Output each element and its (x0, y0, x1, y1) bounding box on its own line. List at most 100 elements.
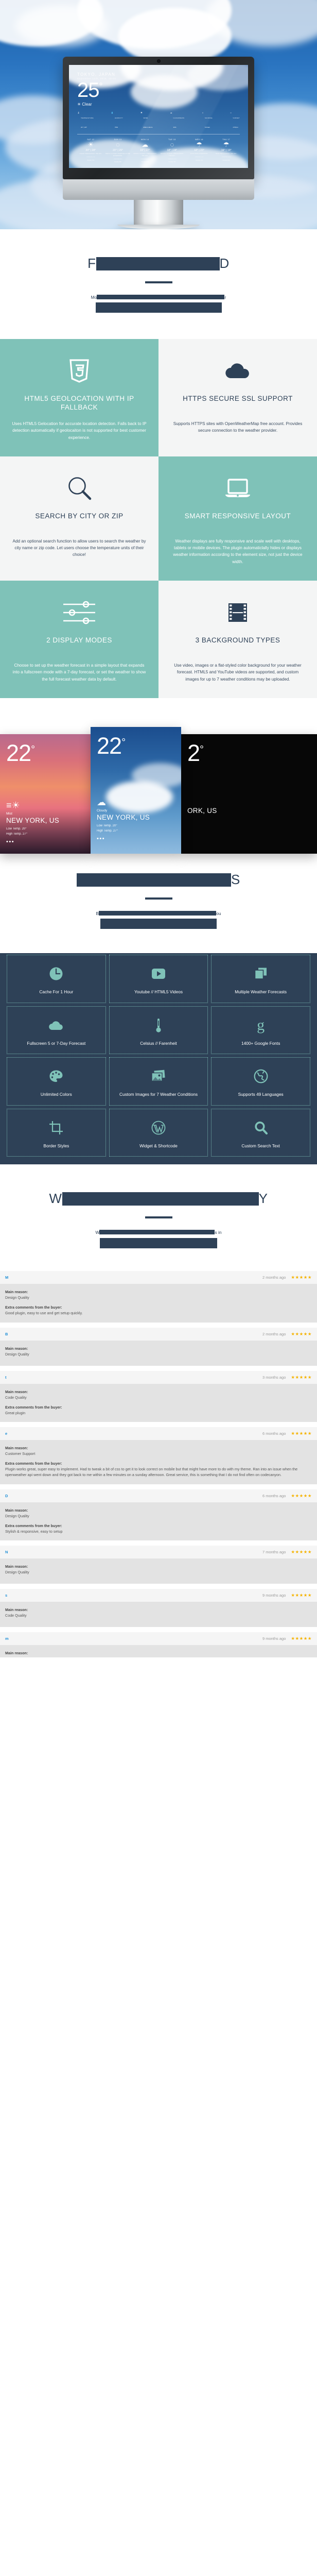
card-city: NEW YORK, US (97, 813, 150, 821)
page-title: FD (87, 256, 230, 272)
feature-description: Add an optional search function to allow… (12, 538, 146, 557)
review-date: 3 months ago (262, 1375, 286, 1380)
reviewer-initial[interactable]: s (5, 1593, 7, 1598)
review-comments-value: Stylish & responsive, easy to setup (5, 1529, 63, 1534)
laptop-icon (170, 470, 306, 507)
monitor-chin (63, 179, 254, 200)
review-reason-label: Main reason: (5, 1651, 28, 1656)
subtitle-suffix: ou (216, 910, 221, 916)
review-reason-value: Code Quality (5, 1613, 27, 1618)
title-suffix: Y (258, 1191, 268, 1207)
title-prefix: F (87, 256, 96, 271)
thermometer-icon (155, 1016, 162, 1035)
monitor-mockup: TOKYO, JAPAN September 11th, 2015, 10:04… (63, 57, 254, 229)
icon-feature-unlimited-colors: Unlimited Colors (7, 1057, 106, 1106)
reviews-section-header: WY Ws in (0, 1164, 317, 1272)
icon-feature-label: Widget & Shortcode (139, 1143, 178, 1148)
review-header: M 2 months ago ★★★★★ (0, 1271, 317, 1284)
card-condition: Mist (6, 811, 12, 816)
cloud-icon (170, 352, 306, 389)
title-divider (145, 281, 172, 283)
crop-icon (49, 1118, 63, 1137)
icon-feature-multiple-forecasts: Multiple Weather Forecasts (211, 954, 310, 1003)
star-rating: ★★★★★ (291, 1331, 312, 1337)
reviewer-initial[interactable]: t (5, 1375, 7, 1380)
icon-feature-widget-shortcode: Widget & Shortcode (109, 1108, 208, 1157)
review-body: Main reason: Design Quality Extra commen… (0, 1502, 317, 1541)
card-temperature: 22° (97, 734, 175, 757)
icon-feature-label: Fullscreen 5 or 7-Day Forecast (27, 1040, 86, 1046)
card-low-temp: Low Temp. 20° (6, 827, 27, 831)
feature-card-responsive-layout: SMART RESPONSIVE LAYOUT Weather displays… (158, 456, 317, 581)
subtitle-prefix: Mo (91, 294, 97, 300)
feature-grid: HTML5 GEOLOCATION WITH IP FALLBACK Uses … (0, 339, 317, 698)
reviewer-initial[interactable]: N (5, 1550, 8, 1554)
feature-description: Uses HTML5 Gelocation for accurate locat… (12, 421, 147, 440)
review-header: B 2 months ago ★★★★★ (0, 1328, 317, 1341)
card-temperature: 22° (6, 741, 84, 765)
review-reason-label: Main reason: (5, 1507, 28, 1513)
card-spacer (6, 765, 84, 801)
redacted-block (62, 1192, 259, 1206)
review-reason-label: Main reason: (5, 1564, 28, 1569)
review-date: 9 months ago (262, 1636, 286, 1641)
review-reason-value: Code Quality (5, 1395, 27, 1400)
review-body: Main reason: (0, 1645, 317, 1658)
redacted-block (100, 919, 217, 929)
review-item: e 6 months ago ★★★★★ Main reason: Custom… (0, 1427, 317, 1484)
icon-section-subtitle: Bou (48, 910, 269, 931)
images-icon (151, 1067, 166, 1086)
subtitle-suffix: r (224, 294, 226, 300)
review-reason-label: Main reason: (5, 1290, 28, 1295)
review-comments-label: Extra comments from the buyer: (5, 1461, 62, 1466)
reviewer-initial[interactable]: D (5, 1494, 8, 1498)
icon-feature-units: Celsius // Farenheit (109, 1006, 208, 1055)
review-reason-value: Design Quality (5, 1513, 29, 1518)
review-item: D 6 months ago ★★★★★ Main reason: Design… (0, 1489, 317, 1541)
review-item: m 9 months ago ★★★★★ Main reason: (0, 1632, 317, 1658)
layers-icon (254, 964, 268, 983)
reviews-title: WY (49, 1191, 268, 1207)
star-rating: ★★★★★ (291, 1592, 312, 1598)
feature-description: Choose to set up the weather forecast in… (12, 663, 146, 682)
clock-icon (49, 964, 63, 983)
weather-card-dark: 2° ORK, US (181, 734, 317, 854)
icon-feature-youtube: Youtube // HTML5 Videos (109, 954, 208, 1003)
card-temp-value: 22 (97, 732, 122, 759)
review-date: 2 months ago (262, 1332, 286, 1337)
globe-icon (254, 1067, 268, 1086)
review-date: 2 months ago (262, 1275, 286, 1280)
reviewer-initial[interactable]: e (5, 1431, 7, 1436)
review-reason-label: Main reason: (5, 1389, 28, 1394)
reviewer-initial[interactable]: M (5, 1275, 8, 1280)
feature-description: Use video, images or a flat-styled color… (174, 663, 302, 682)
review-reason-label: Main reason: (5, 1607, 28, 1613)
star-rating: ★★★★★ (291, 1549, 312, 1555)
monitor-stand (134, 200, 183, 225)
review-body: Main reason: Customer Support Extra comm… (0, 1440, 317, 1484)
star-rating: ★★★★★ (291, 1636, 312, 1641)
card-city: ORK, US (187, 806, 217, 815)
play-button-icon (151, 964, 166, 983)
feature-title: 3 BACKGROUND TYPES (195, 636, 280, 645)
review-reason-value: Design Quality (5, 1352, 29, 1357)
card-more-button[interactable]: ••• (97, 836, 175, 841)
review-item: N 7 months ago ★★★★★ Main reason: Design… (0, 1546, 317, 1584)
icon-feature-label: Unlimited Colors (40, 1092, 72, 1097)
review-comments-label: Extra comments from the buyer: (5, 1523, 62, 1528)
film-icon (170, 594, 306, 631)
palette-icon (49, 1067, 63, 1086)
title-divider (145, 1216, 172, 1219)
card-more-button[interactable]: ••• (6, 839, 84, 844)
review-header: s 9 months ago ★★★★★ (0, 1589, 317, 1602)
reviewer-initial[interactable]: m (5, 1636, 9, 1641)
review-comments-value: Great plugin (5, 1410, 26, 1415)
reviewer-initial[interactable]: B (5, 1332, 8, 1336)
review-comments-label: Extra comments from the buyer: (5, 1404, 62, 1410)
review-date: 6 months ago (262, 1493, 286, 1498)
feature-title: HTML5 GEOLOCATION WITH IP FALLBACK (24, 395, 134, 411)
icon-feature-label: Cache For 1 Hour (39, 989, 74, 994)
redacted-block (99, 1230, 215, 1235)
review-body: Main reason: Design Quality (0, 1558, 317, 1584)
